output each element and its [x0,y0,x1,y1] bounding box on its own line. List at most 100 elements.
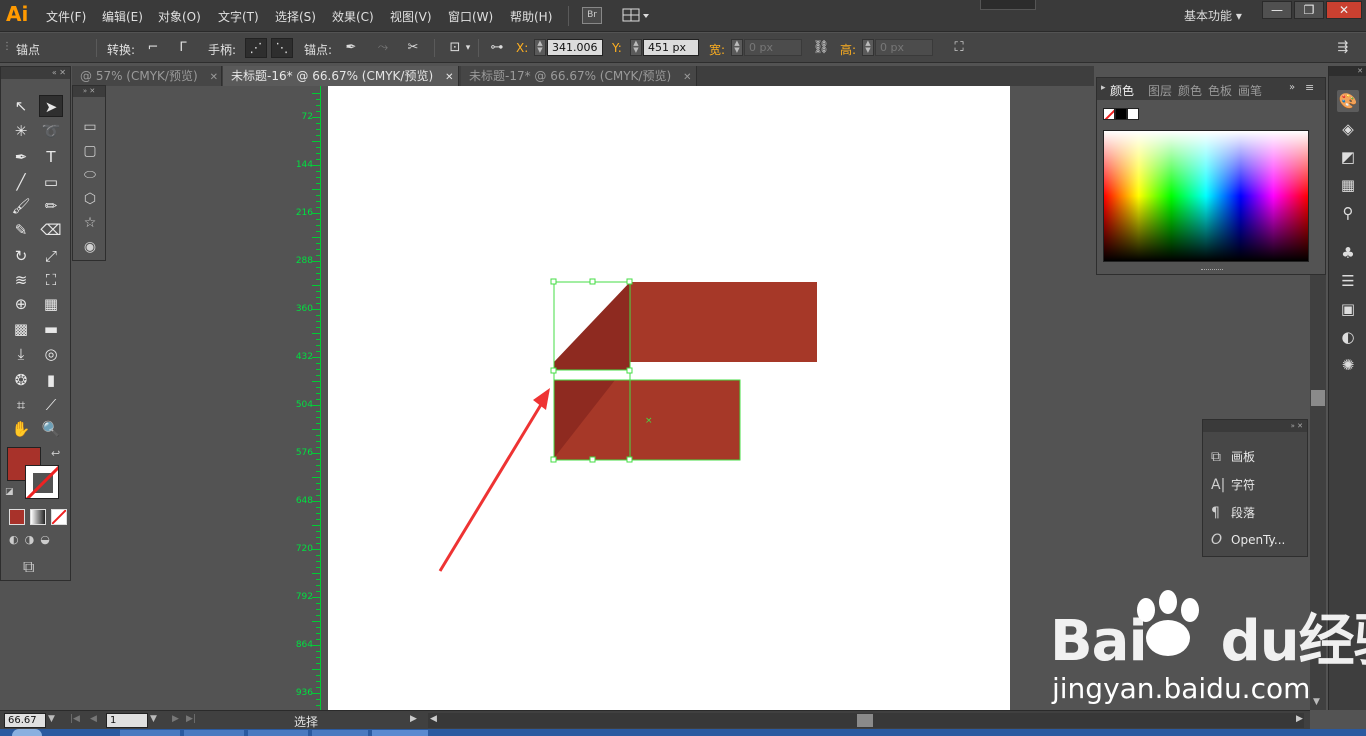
gradient-tool-icon[interactable]: ▬ [39,318,63,340]
scroll-left-icon[interactable]: ◀ [430,714,437,724]
direct-selection-tool-icon[interactable]: ➤ [39,95,63,117]
menu-object[interactable]: 对象(O) [158,8,201,25]
zoom-dropdown-icon[interactable]: ▼ [48,714,55,724]
minimize-button[interactable]: — [1262,1,1292,19]
shape-builder-tool-icon[interactable]: ⊕ [9,293,33,315]
first-artboard-icon[interactable]: |◀ [70,714,80,724]
scroll-down-icon[interactable]: ▼ [1313,697,1320,707]
x-field[interactable]: 341.006 [547,39,603,56]
taskbar-item[interactable] [120,730,180,736]
vertical-scroll-thumb[interactable] [1311,390,1325,406]
panel-menu-icon[interactable]: ≡ [1305,81,1314,94]
tab-document-16[interactable]: 未标题-16* @ 66.67% (CMYK/预览) ✕ [223,66,459,86]
next-artboard-icon[interactable]: ▶ [172,714,179,724]
convert-smooth-icon[interactable]: ᒥ [172,38,194,58]
tab-color[interactable]: 颜色 [1110,82,1134,99]
swap-colors-icon[interactable]: ↩ [51,447,60,460]
taskbar-item[interactable] [248,730,308,736]
w-field[interactable]: 0 px [744,39,802,56]
h-spinner[interactable]: ▲ ▼ [862,39,874,56]
hide-handles-icon[interactable]: ⋱ [271,38,293,58]
scale-tool-icon[interactable]: ⤢ [39,245,63,267]
workspace-switcher[interactable]: 基本功能 ▾ [1184,7,1242,24]
close-icon[interactable]: ✕ [210,72,218,83]
swatches-panel-icon[interactable]: ▦ [1337,174,1359,196]
paragraph-panel-button[interactable]: ¶ 段落 [1211,504,1255,521]
eraser-tool-icon[interactable]: ⌫ [39,219,63,241]
tab-swatches[interactable]: 色板 [1208,82,1232,99]
selection-handle[interactable] [589,278,596,285]
menu-select[interactable]: 选择(S) [275,8,316,25]
brushes-panel-icon[interactable]: ⚲ [1337,202,1359,224]
color-mode-icon[interactable] [9,509,25,525]
menu-effect[interactable]: 效果(C) [332,8,374,25]
stroke-swatch[interactable] [25,465,59,499]
h-field[interactable]: 0 px [875,39,933,56]
taskbar-item[interactable] [312,730,368,736]
none-mode-icon[interactable] [51,509,67,525]
lasso-tool-icon[interactable]: ➰ [39,120,63,142]
panel-resize-grip[interactable] [1201,269,1223,272]
gradient-mode-icon[interactable] [30,509,46,525]
tab-color-guide[interactable]: 颜色 [1178,82,1202,99]
scroll-right-icon[interactable]: ▶ [1296,714,1303,724]
text-panels-header[interactable]: » ✕ [1203,420,1307,432]
menu-window[interactable]: 窗口(W) [448,8,493,25]
perspective-grid-tool-icon[interactable]: ▦ [39,293,63,315]
w-spinner[interactable]: ▲ ▼ [731,39,743,56]
pencil-tool-icon[interactable]: ✏ [39,195,63,217]
menu-file[interactable]: 文件(F) [46,8,86,25]
column-graph-tool-icon[interactable]: ▮ [39,369,63,391]
panel-expand-icon[interactable]: » [1289,82,1295,93]
start-button[interactable] [12,729,42,736]
white-swatch[interactable] [1127,108,1139,120]
rectangle-tool-icon[interactable]: ▭ [79,116,101,138]
layers-panel-icon[interactable]: ◈ [1337,118,1359,140]
x-spinner[interactable]: ▲ ▼ [534,39,546,56]
menu-edit[interactable]: 编辑(E) [102,8,143,25]
selection-tool-icon[interactable]: ↖ [9,95,33,117]
color-panel-icon[interactable]: 🎨 [1337,90,1359,112]
opentype-panel-button[interactable]: O OpenTy... [1211,532,1285,548]
blend-tool-icon[interactable]: ◎ [39,343,63,365]
color-spectrum[interactable] [1103,130,1309,262]
selection-handle[interactable] [626,367,633,374]
selection-handle[interactable] [550,278,557,285]
selection-handle[interactable] [550,456,557,463]
ellipse-tool-icon[interactable]: ⬭ [79,164,101,186]
type-tool-icon[interactable]: T [39,146,63,168]
line-tool-icon[interactable]: ╱ [9,171,33,193]
artboard-dropdown-icon[interactable]: ▼ [150,714,157,724]
symbol-sprayer-tool-icon[interactable]: ❂ [9,369,33,391]
restore-button[interactable]: ❐ [1294,1,1324,19]
default-colors-icon[interactable]: ◪ [5,487,14,497]
align-reference-icon[interactable]: ⊶ [486,38,508,58]
close-button[interactable]: ✕ [1326,1,1362,19]
dock-header[interactable]: ✕ [1329,66,1366,76]
flyout-header[interactable]: » ✕ [73,86,105,97]
y-spinner[interactable]: ▲ ▼ [630,39,642,56]
appearance-panel-icon[interactable]: ✺ [1337,354,1359,376]
selection-handle[interactable] [626,456,633,463]
paintbrush-tool-icon[interactable]: 🖌 [9,195,33,217]
menu-help[interactable]: 帮助(H) [510,8,552,25]
selection-handle[interactable] [589,456,596,463]
eyedropper-tool-icon[interactable]: ⤓ [9,343,33,365]
last-artboard-icon[interactable]: ▶| [186,714,196,724]
menu-view[interactable]: 视图(V) [390,8,432,25]
chevron-down-icon[interactable]: ▾ [463,38,473,58]
draw-mode-icons[interactable]: ◐◑◒ [9,533,65,549]
free-transform-tool-icon[interactable]: ⛶ [39,269,63,291]
arrange-documents-button[interactable] [622,7,650,24]
tab-layers[interactable]: 图层 [1148,82,1172,99]
taskbar-item[interactable] [184,730,244,736]
menu-type[interactable]: 文字(T) [218,8,259,25]
close-icon[interactable]: ✕ [445,72,453,83]
none-swatch[interactable] [1103,108,1115,120]
gradient-panel-icon[interactable]: ▣ [1337,298,1359,320]
taskbar-item[interactable] [372,730,428,736]
star-tool-icon[interactable]: ☆ [79,212,101,234]
stroke-panel-icon[interactable]: ☰ [1337,270,1359,292]
status-menu-icon[interactable]: ▶ [410,714,417,724]
transparency-panel-icon[interactable]: ◐ [1337,326,1359,348]
